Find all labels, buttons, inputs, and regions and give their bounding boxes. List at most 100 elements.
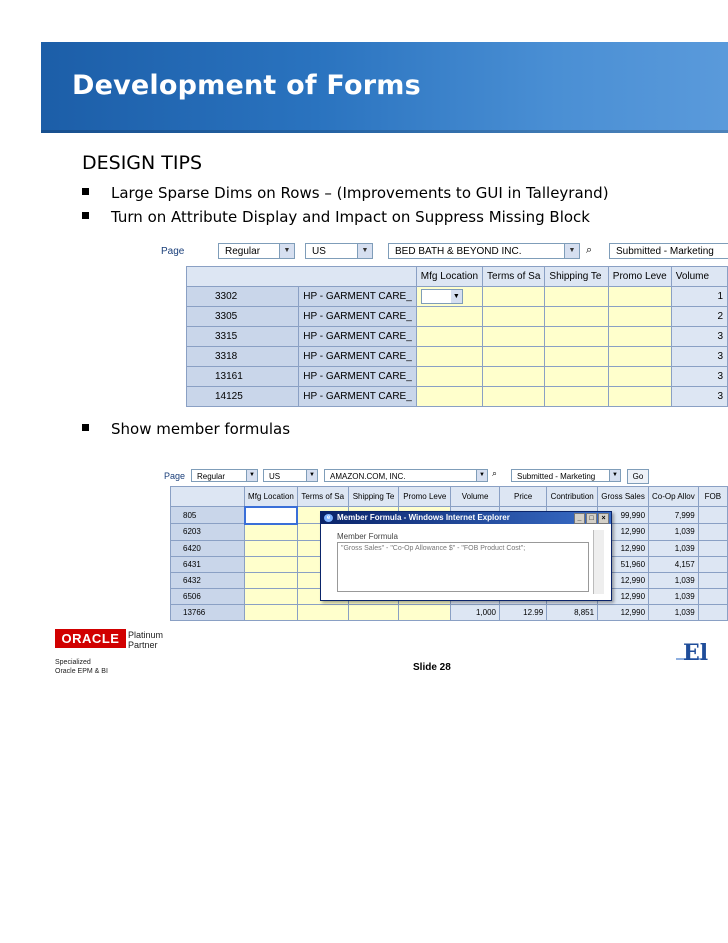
column-header: Shipping Te bbox=[347, 486, 400, 507]
chevron-down-icon[interactable]: ▼ bbox=[564, 244, 579, 258]
data-cell[interactable] bbox=[482, 326, 546, 347]
data-cell[interactable] bbox=[415, 366, 484, 387]
chevron-down-icon[interactable]: ▼ bbox=[306, 470, 317, 481]
price-cell[interactable]: 12.99 bbox=[499, 603, 548, 621]
bullet-text: Large Sparse Dims on Rows – (Improvement… bbox=[111, 184, 609, 202]
popup-scrollbar[interactable] bbox=[593, 530, 604, 594]
gross-sales-cell: 12,990 bbox=[597, 603, 650, 621]
data-cell[interactable] bbox=[347, 603, 400, 621]
dropdown-scenario[interactable]: Regular ▼ bbox=[218, 243, 295, 259]
data-cell[interactable] bbox=[607, 346, 672, 367]
search-binoculars-icon[interactable]: ⌕ bbox=[586, 244, 592, 257]
mfg-location-cell[interactable]: ▼ bbox=[415, 286, 484, 307]
dropdown-customer[interactable]: BED BATH & BEYOND INC. ▼ bbox=[388, 243, 580, 259]
table-row: 3302 HP - GARMENT CARE_ ▼ 1 bbox=[185, 286, 728, 307]
cell-dropdown[interactable]: ▼ bbox=[420, 289, 463, 304]
fob-cell bbox=[697, 603, 728, 621]
close-icon[interactable]: × bbox=[598, 513, 609, 524]
column-header: Co-Op Allov bbox=[648, 486, 699, 507]
data-cell[interactable] bbox=[544, 306, 609, 327]
volume-cell[interactable]: 3 bbox=[670, 326, 728, 347]
page-label: Page bbox=[164, 471, 186, 481]
row-id: 6432 bbox=[169, 571, 246, 589]
dropdown-country[interactable]: US ▼ bbox=[305, 243, 373, 259]
volume-cell[interactable]: 1 bbox=[670, 286, 728, 307]
browser-icon: e bbox=[324, 514, 333, 522]
row-id: 3318 bbox=[185, 346, 300, 367]
dropdown-country[interactable]: US ▼ bbox=[263, 469, 318, 482]
column-header: Shipping Te bbox=[544, 266, 609, 287]
data-cell[interactable] bbox=[544, 346, 609, 367]
data-cell[interactable] bbox=[607, 306, 672, 327]
search-binoculars-icon[interactable]: ⌕ bbox=[492, 468, 497, 479]
selected-cell[interactable] bbox=[243, 505, 299, 525]
volume-cell[interactable]: 3 bbox=[670, 386, 728, 407]
dropdown-version[interactable]: Submitted - Marketing bbox=[609, 243, 728, 259]
coop-cell: 1,039 bbox=[648, 603, 699, 621]
row-name: HP - GARMENT CARE_ bbox=[298, 326, 417, 347]
data-cell[interactable] bbox=[415, 306, 484, 327]
data-cell[interactable] bbox=[544, 386, 609, 407]
contribution-cell: 8,851 bbox=[546, 603, 599, 621]
data-cell[interactable] bbox=[607, 366, 672, 387]
bullet-3: Show member formulas bbox=[82, 420, 290, 438]
chevron-down-icon[interactable]: ▼ bbox=[476, 470, 487, 481]
data-cell[interactable] bbox=[607, 326, 672, 347]
column-header: Price bbox=[499, 486, 548, 507]
data-cell[interactable] bbox=[482, 386, 546, 407]
chevron-down-icon[interactable]: ▼ bbox=[609, 470, 620, 481]
coop-cell: 1,039 bbox=[648, 539, 699, 557]
data-cell[interactable] bbox=[244, 523, 298, 541]
volume-cell[interactable]: 3 bbox=[670, 366, 728, 387]
volume-cell[interactable]: 2 bbox=[670, 306, 728, 327]
data-cell[interactable] bbox=[244, 571, 298, 589]
data-cell[interactable] bbox=[607, 386, 672, 407]
fob-cell bbox=[697, 571, 728, 589]
data-cell[interactable] bbox=[544, 366, 609, 387]
data-cell[interactable] bbox=[415, 346, 484, 367]
data-cell[interactable] bbox=[544, 286, 609, 307]
slide-title: Development of Forms bbox=[72, 70, 421, 101]
data-cell[interactable] bbox=[398, 603, 452, 621]
partner-badge: Platinum Partner bbox=[128, 630, 164, 650]
chevron-down-icon[interactable]: ▼ bbox=[450, 290, 462, 303]
specialized-label: Specialized Oracle EPM & BI bbox=[55, 659, 108, 675]
column-header: FOB bbox=[697, 486, 728, 507]
data-cell[interactable] bbox=[415, 326, 484, 347]
data-cell[interactable] bbox=[607, 286, 672, 307]
data-cell[interactable] bbox=[244, 539, 298, 557]
formula-textarea[interactable]: "Gross Sales" - "Co-Op Allowance $" - "F… bbox=[337, 542, 589, 592]
data-cell[interactable] bbox=[244, 603, 298, 621]
data-cell[interactable] bbox=[244, 587, 298, 605]
oracle-logo: ORACLE bbox=[55, 629, 126, 648]
popup-title-bar[interactable]: e Member Formula - Windows Internet Expl… bbox=[321, 512, 611, 524]
bullet-square-icon bbox=[82, 188, 89, 195]
chevron-down-icon[interactable]: ▼ bbox=[246, 470, 257, 481]
dropdown-version[interactable]: Submitted - Marketing ▼ bbox=[511, 469, 621, 482]
data-cell[interactable] bbox=[296, 603, 349, 621]
header-corner bbox=[186, 266, 417, 287]
dropdown-customer[interactable]: AMAZON.COM, INC. ▼ bbox=[324, 469, 488, 482]
maximize-icon[interactable]: □ bbox=[586, 513, 597, 524]
volume-cell[interactable]: 3 bbox=[670, 346, 728, 367]
row-id: 3302 bbox=[185, 286, 300, 307]
row-name: HP - GARMENT CARE_ bbox=[298, 346, 417, 367]
data-cell[interactable] bbox=[482, 366, 546, 387]
header-corner bbox=[169, 486, 246, 507]
minimize-icon[interactable]: _ bbox=[574, 513, 585, 524]
page-bar: Page Regular ▼ US ▼ AMAZON.COM, INC. ▼ ⌕ Su… bbox=[161, 466, 728, 486]
dropdown-scenario[interactable]: Regular ▼ bbox=[191, 469, 258, 482]
volume-cell[interactable]: 1,000 bbox=[450, 603, 501, 621]
bullet-2: Turn on Attribute Display and Impact on … bbox=[82, 208, 590, 226]
data-cell[interactable] bbox=[244, 555, 298, 573]
row-name: HP - GARMENT CARE_ bbox=[298, 386, 417, 407]
data-cell[interactable] bbox=[482, 306, 546, 327]
chevron-down-icon[interactable]: ▼ bbox=[279, 244, 294, 258]
go-button[interactable]: Go bbox=[627, 469, 649, 484]
data-cell[interactable] bbox=[482, 346, 546, 367]
data-cell[interactable] bbox=[415, 386, 484, 407]
data-cell[interactable] bbox=[544, 326, 609, 347]
chevron-down-icon[interactable]: ▼ bbox=[357, 244, 372, 258]
member-formula-popup: e Member Formula - Windows Internet Expl… bbox=[320, 511, 612, 601]
data-cell[interactable] bbox=[482, 286, 546, 307]
